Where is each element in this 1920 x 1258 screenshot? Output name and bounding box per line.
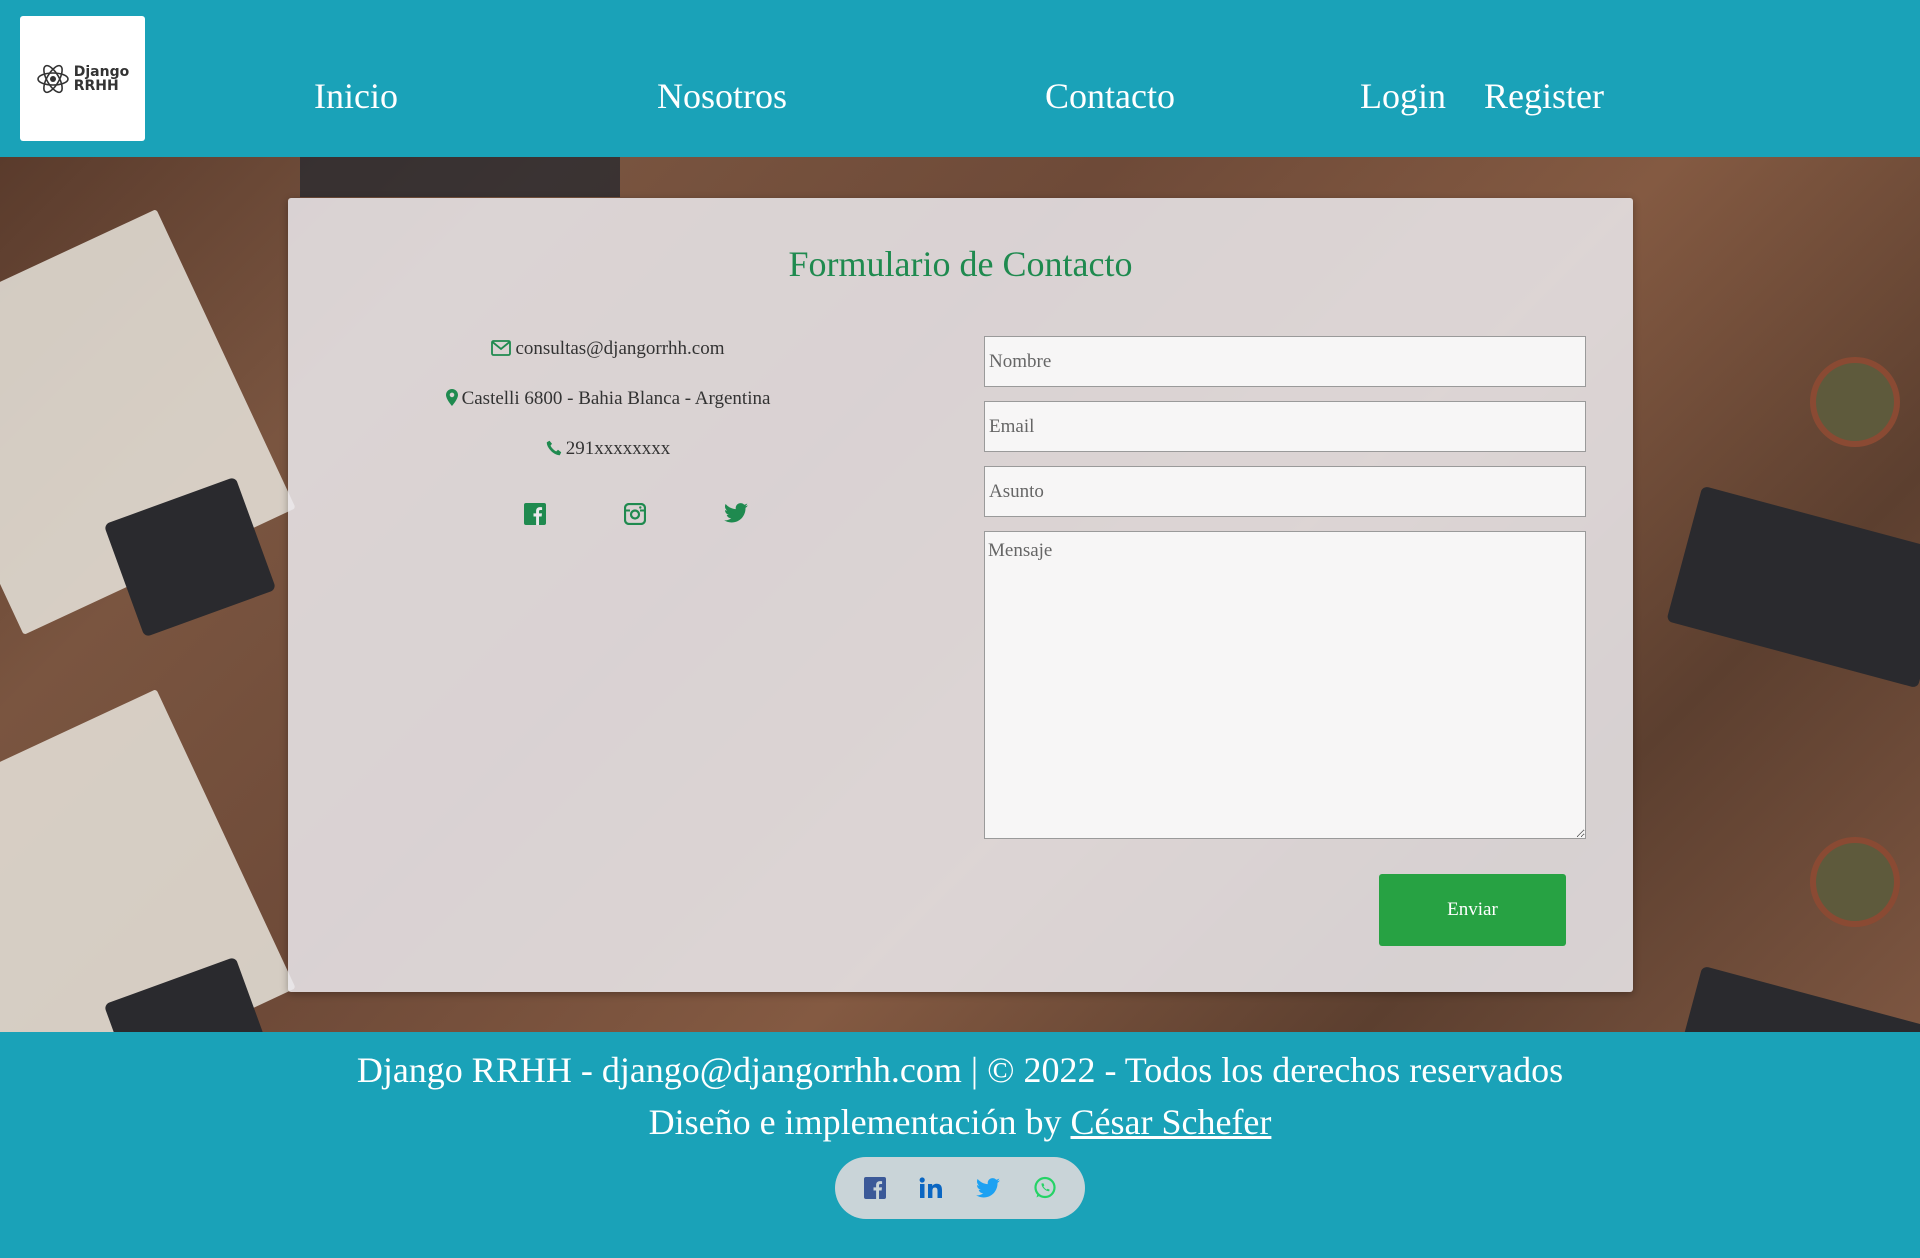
logo-text-rrhh: RRHH <box>73 77 119 94</box>
contact-address-row: Castelli 6800 - Bahia Blanca - Argentina <box>368 388 848 410</box>
footer-credits-prefix: Diseño e implementación by <box>648 1102 1071 1142</box>
envelope-icon <box>491 340 512 356</box>
contact-address: Castelli 6800 - Bahia Blanca - Argentina <box>461 388 771 409</box>
mensaje-textarea[interactable] <box>984 531 1586 839</box>
twitter-icon[interactable] <box>975 1178 1000 1198</box>
logo-text-django: Django <box>73 63 130 80</box>
nombre-input[interactable] <box>984 336 1586 387</box>
facebook-icon[interactable] <box>524 503 546 530</box>
footer: Django RRHH - django@djangorrhh.com | © … <box>0 1032 1920 1258</box>
footer-credits: Diseño e implementación by César Schefer <box>0 1101 1920 1143</box>
email-input[interactable] <box>984 401 1586 452</box>
contact-card: Formulario de Contacto consultas@djangor… <box>288 198 1633 992</box>
contact-title: Formulario de Contacto <box>788 244 1133 284</box>
footer-copyright: Django RRHH - django@djangorrhh.com | © … <box>356 1050 1564 1090</box>
nav-register[interactable]: Register <box>1484 74 1604 118</box>
twitter-icon[interactable] <box>724 503 748 528</box>
top-navbar: Django RRHH Inicio Nosotros Contacto Log… <box>0 0 1920 157</box>
atom-logo-icon <box>36 64 69 93</box>
instagram-icon[interactable] <box>623 502 647 530</box>
contact-email-row: consultas@djangorrhh.com <box>368 338 848 360</box>
nav-login[interactable]: Login <box>1360 74 1446 118</box>
nav-inicio[interactable]: Inicio <box>314 74 398 118</box>
whatsapp-icon[interactable] <box>1033 1176 1057 1200</box>
author-link[interactable]: César Schefer <box>1071 1102 1272 1142</box>
map-marker-icon <box>445 389 458 406</box>
footer-social-bar <box>835 1157 1085 1219</box>
contact-phone: 291xxxxxxxx <box>565 438 671 459</box>
nav-nosotros[interactable]: Nosotros <box>657 74 787 118</box>
facebook-icon[interactable] <box>863 1177 886 1199</box>
phone-icon <box>546 440 561 456</box>
contact-email[interactable]: consultas@djangorrhh.com <box>515 338 724 359</box>
nav-contacto[interactable]: Contacto <box>1045 74 1175 118</box>
linkedin-icon[interactable] <box>919 1177 943 1199</box>
contact-phone-row: 291xxxxxxxx <box>368 438 848 460</box>
asunto-input[interactable] <box>984 466 1586 517</box>
logo[interactable]: Django RRHH <box>20 16 145 141</box>
enviar-button[interactable]: Enviar <box>1379 874 1566 946</box>
